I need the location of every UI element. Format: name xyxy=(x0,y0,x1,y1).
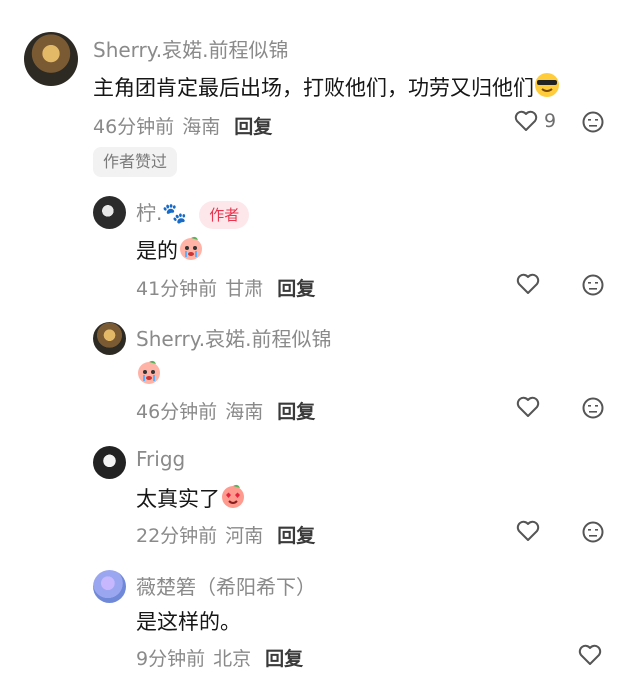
crying-peach-emoji xyxy=(178,235,202,260)
reply-meta: 22分钟前 河南 回复 xyxy=(136,521,315,548)
reply-button[interactable]: 回复 xyxy=(277,525,315,547)
dislike-button[interactable] xyxy=(582,521,604,543)
author-liked-tag: 作者赞过 xyxy=(93,147,178,177)
comment-text: 主角团肯定最后出场，打败他们，功劳又归他们 xyxy=(93,72,559,102)
heart-outline-icon xyxy=(516,396,540,418)
reply-location: 河南 xyxy=(225,525,264,547)
avatar[interactable] xyxy=(93,196,126,229)
dislike-button[interactable] xyxy=(582,111,604,133)
reply-meta: 46分钟前 海南 回复 xyxy=(136,397,315,424)
comment-location: 海南 xyxy=(182,116,221,138)
reply-text: 是的 xyxy=(136,235,202,265)
crying-peach-emoji xyxy=(136,359,160,384)
neutral-face-icon xyxy=(582,521,604,543)
reply-time: 41分钟前 xyxy=(136,278,218,300)
reply-text-content: 太真实了 xyxy=(136,487,220,511)
like-button[interactable]: 9 xyxy=(514,110,556,132)
reply-meta: 9分钟前 北京 回复 xyxy=(136,644,303,671)
avatar[interactable] xyxy=(93,570,126,603)
heart-outline-icon xyxy=(516,520,540,542)
reply-username[interactable]: Frigg xyxy=(136,447,185,471)
reply-username[interactable]: Sherry.哀婼.前程似锦 xyxy=(136,323,331,352)
reply-location: 甘肃 xyxy=(225,278,264,300)
reply-text-content: 是的 xyxy=(136,239,178,263)
dislike-button[interactable] xyxy=(582,397,604,419)
neutral-face-icon xyxy=(582,397,604,419)
like-button[interactable] xyxy=(578,644,602,666)
dislike-button[interactable] xyxy=(582,274,604,296)
reply-username[interactable]: 薇楚箬（希阳希下） xyxy=(136,571,316,600)
reply-text: 太真实了 xyxy=(136,483,244,513)
reply-username-row: 柠.🐾 作者 xyxy=(136,197,250,229)
like-button[interactable] xyxy=(516,520,540,542)
reply-time: 46分钟前 xyxy=(136,401,218,423)
reply-button[interactable]: 回复 xyxy=(234,116,272,138)
comment-text-content: 主角团肯定最后出场，打败他们，功劳又归他们 xyxy=(93,76,534,100)
comment-username[interactable]: Sherry.哀婼.前程似锦 xyxy=(93,34,288,63)
reply-location: 北京 xyxy=(213,648,252,670)
reply-button[interactable]: 回复 xyxy=(277,278,315,300)
reply-location: 海南 xyxy=(225,401,264,423)
reply-time: 22分钟前 xyxy=(136,525,218,547)
comment-time: 46分钟前 xyxy=(93,116,175,138)
sunglasses-face-emoji xyxy=(534,72,559,97)
like-count: 9 xyxy=(544,110,557,132)
heart-outline-icon xyxy=(578,644,602,666)
reply-text xyxy=(136,359,160,387)
heart-outline-icon xyxy=(516,273,540,295)
heart-outline-icon xyxy=(514,110,538,132)
avatar[interactable] xyxy=(24,32,78,86)
reply-button[interactable]: 回复 xyxy=(265,648,303,670)
reply-text: 是这样的。 xyxy=(136,610,241,634)
neutral-face-icon xyxy=(582,111,604,133)
avatar[interactable] xyxy=(93,446,126,479)
like-button[interactable] xyxy=(516,273,540,295)
reply-button[interactable]: 回复 xyxy=(277,401,315,423)
like-button[interactable] xyxy=(516,396,540,418)
reply-username[interactable]: 柠.🐾 xyxy=(136,201,187,225)
comment-meta: 46分钟前 海南 回复 xyxy=(93,112,272,139)
author-badge: 作者 xyxy=(199,200,250,229)
neutral-face-icon xyxy=(582,274,604,296)
reply-meta: 41分钟前 甘肃 回复 xyxy=(136,274,315,301)
avatar[interactable] xyxy=(93,322,126,355)
reply-time: 9分钟前 xyxy=(136,648,206,670)
heart-eyes-peach-emoji xyxy=(220,483,244,508)
